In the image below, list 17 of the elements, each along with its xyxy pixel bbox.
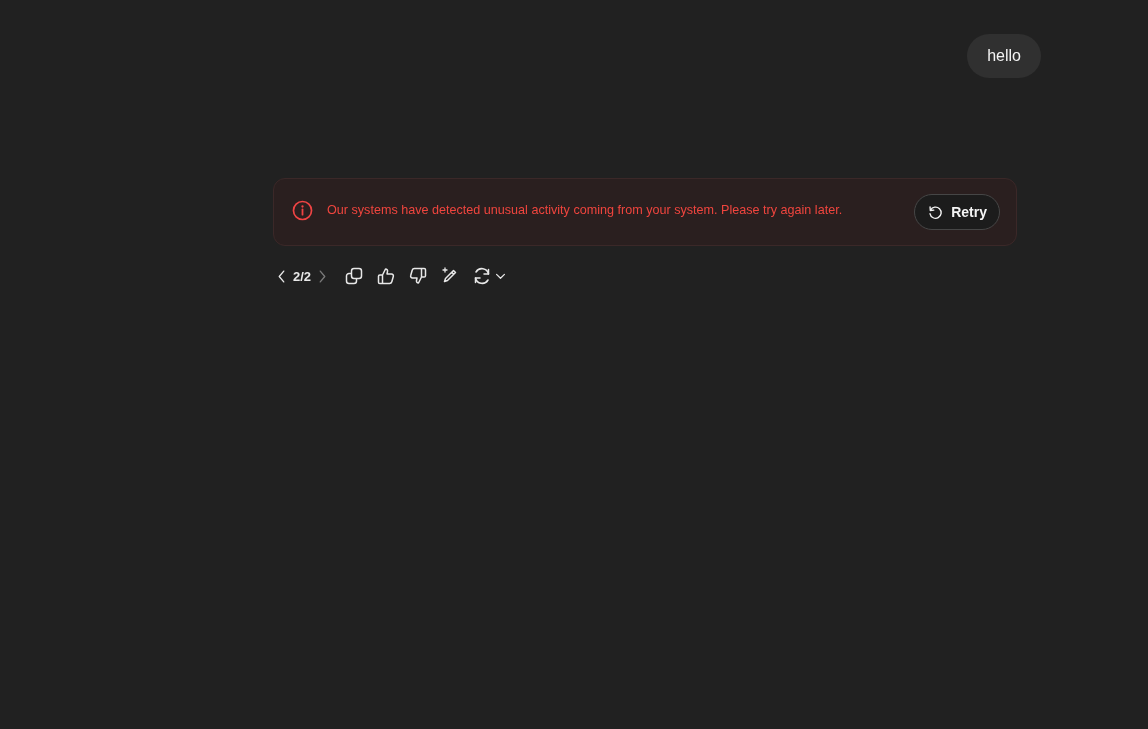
user-message-bubble: hello bbox=[967, 34, 1041, 78]
thumbs-up-icon bbox=[377, 267, 396, 285]
retry-button[interactable]: Retry bbox=[914, 194, 1000, 230]
regenerate-button[interactable] bbox=[473, 267, 507, 285]
thumbs-down-icon bbox=[409, 267, 428, 285]
thumbs-down-button[interactable] bbox=[409, 267, 428, 285]
chevron-left-icon bbox=[277, 268, 286, 284]
copy-button[interactable] bbox=[345, 267, 364, 285]
refresh-icon bbox=[473, 267, 492, 285]
error-message: Our systems have detected unusual activity coming from your system. Please try again later. bbox=[327, 203, 844, 217]
refresh-icon bbox=[927, 203, 945, 221]
chevron-down-icon bbox=[495, 272, 507, 280]
chevron-right-icon bbox=[318, 268, 328, 284]
info-icon bbox=[292, 199, 313, 221]
response-counter: 2/2 bbox=[293, 268, 312, 284]
copy-icon bbox=[345, 267, 364, 285]
thumbs-up-button[interactable] bbox=[377, 267, 396, 285]
